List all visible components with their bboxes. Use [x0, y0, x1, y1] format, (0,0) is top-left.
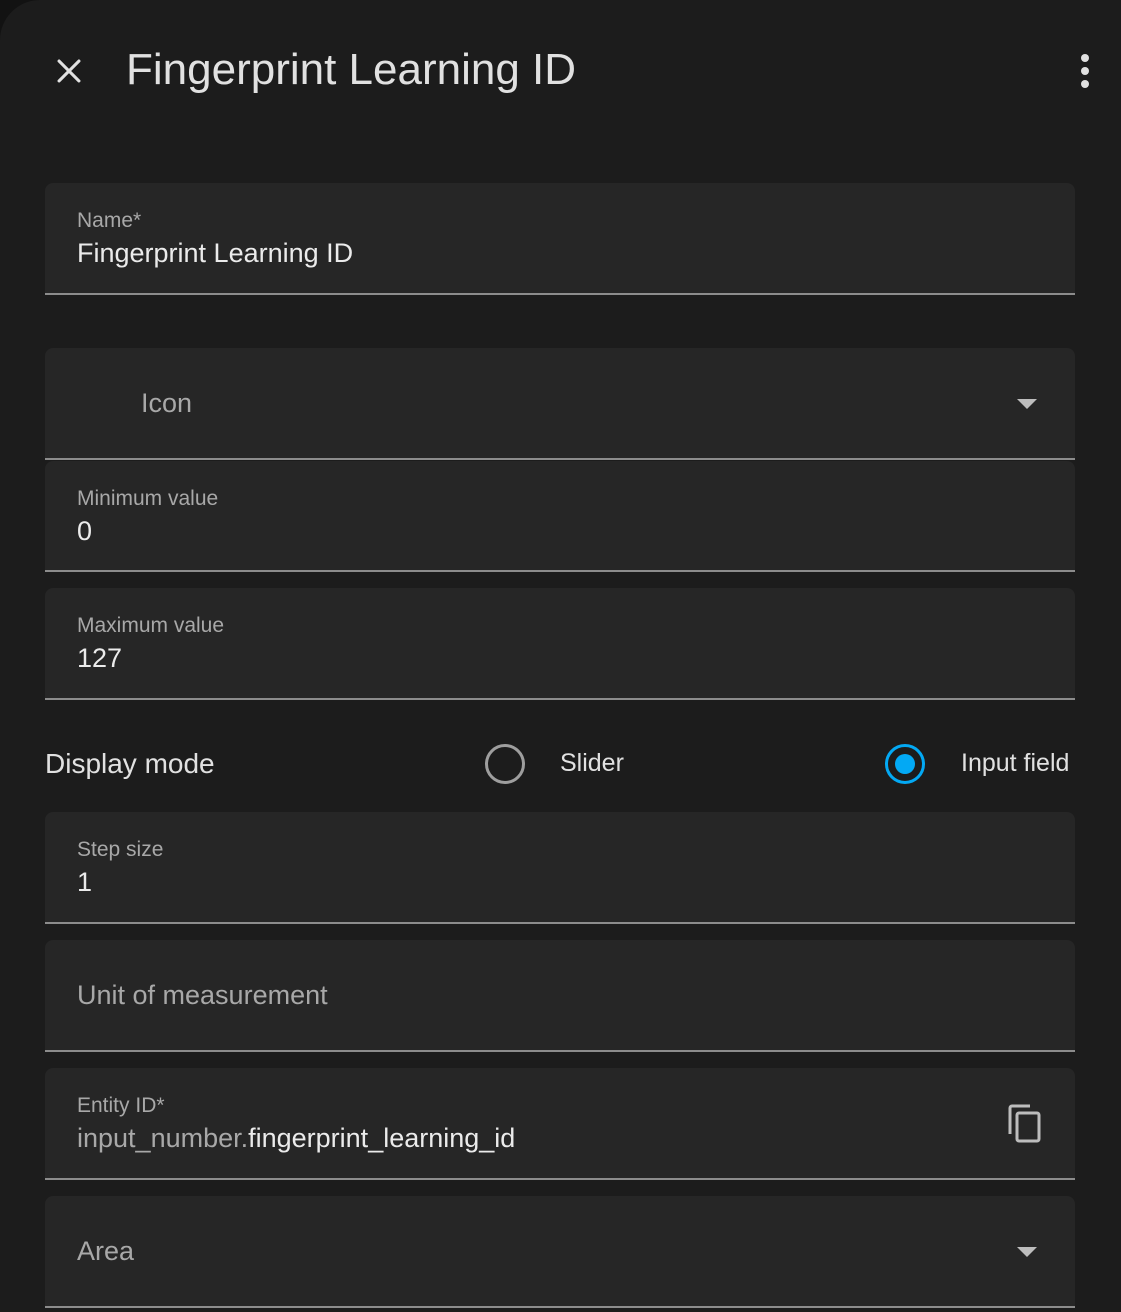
- entity-id-value[interactable]: input_number.fingerprint_learning_id: [77, 1123, 515, 1154]
- input-field-radio-label[interactable]: Input field: [961, 749, 1069, 778]
- maximum-value-field[interactable]: Maximum value: [45, 588, 1075, 700]
- icon-picker-placeholder: Icon: [141, 388, 193, 418]
- entity-id-prefix: input_number.: [77, 1123, 249, 1153]
- area-placeholder: Area: [77, 1236, 135, 1266]
- slider-radio-label[interactable]: Slider: [560, 749, 624, 778]
- copy-icon: [1008, 1104, 1041, 1143]
- dialog-title: Fingerprint Learning ID: [126, 45, 577, 94]
- name-field[interactable]: Name*: [45, 183, 1075, 295]
- dialog-header: Fingerprint Learning ID: [0, 0, 1121, 140]
- area-picker[interactable]: Area: [45, 1196, 1075, 1308]
- step-size-label: Step size: [77, 838, 164, 861]
- entity-id-label: Entity ID*: [77, 1094, 165, 1117]
- more-options-button[interactable]: [1062, 47, 1108, 95]
- name-label: Name*: [77, 209, 142, 232]
- close-icon: [57, 59, 81, 83]
- step-size-input[interactable]: [77, 867, 957, 898]
- icon-picker[interactable]: Icon: [45, 348, 1075, 460]
- minimum-value-label: Minimum value: [77, 487, 219, 510]
- more-vertical-icon: [1081, 54, 1089, 88]
- chevron-down-icon[interactable]: [1017, 399, 1037, 409]
- entity-id-field[interactable]: Entity ID* input_number.fingerprint_lear…: [45, 1068, 1075, 1180]
- slider-radio[interactable]: [485, 744, 525, 784]
- entity-settings-dialog: Fingerprint Learning ID Name* Icon Minim…: [0, 0, 1121, 1312]
- close-button[interactable]: [45, 47, 93, 95]
- minimum-value-field[interactable]: Minimum value: [45, 461, 1075, 572]
- display-mode-group: Display mode Slider Input field: [45, 730, 1075, 800]
- unit-of-measurement-placeholder: Unit of measurement: [77, 980, 328, 1010]
- minimum-value-input[interactable]: [77, 516, 957, 547]
- chevron-down-icon[interactable]: [1017, 1247, 1037, 1257]
- entity-id-input[interactable]: fingerprint_learning_id: [248, 1123, 515, 1153]
- copy-entity-id-button[interactable]: [1005, 1102, 1045, 1146]
- unit-of-measurement-field[interactable]: Unit of measurement: [45, 940, 1075, 1052]
- display-mode-label: Display mode: [45, 748, 215, 779]
- maximum-value-input[interactable]: [77, 643, 957, 674]
- input-field-radio[interactable]: [885, 744, 925, 784]
- name-input[interactable]: [77, 238, 957, 269]
- step-size-field[interactable]: Step size: [45, 812, 1075, 924]
- maximum-value-label: Maximum value: [77, 614, 225, 637]
